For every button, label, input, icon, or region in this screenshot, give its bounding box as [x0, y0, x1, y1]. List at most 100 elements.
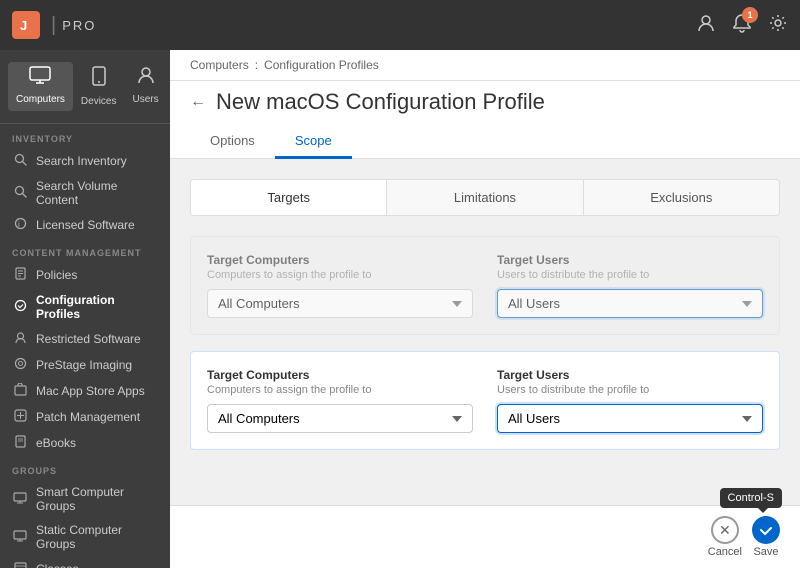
- restricted-software-label: Restricted Software: [36, 332, 141, 346]
- mac-app-store-label: Mac App Store Apps: [36, 384, 145, 398]
- licensed-software-label: Licensed Software: [36, 218, 135, 232]
- user-icon[interactable]: [696, 13, 716, 38]
- smart-groups-icon: [12, 492, 28, 507]
- svg-text:i: i: [18, 220, 20, 229]
- content-area: Computers : Configuration Profiles ← New…: [170, 50, 800, 568]
- back-button[interactable]: ←: [190, 93, 206, 111]
- sidebar-item-static-groups[interactable]: Static Computer Groups: [0, 518, 170, 556]
- targets-active-section: Target Computers Computers to assign the…: [190, 351, 780, 450]
- search-volume-label: Search Volume Content: [36, 179, 158, 207]
- page-title: New macOS Configuration Profile: [216, 89, 545, 115]
- page-header: ← New macOS Configuration Profile Option…: [170, 81, 800, 159]
- restricted-software-icon: [12, 331, 28, 347]
- users-icon: [136, 66, 156, 90]
- dimmed-target-computers-label: Target Computers: [207, 253, 473, 267]
- breadcrumb: Computers : Configuration Profiles: [170, 50, 800, 81]
- mac-app-store-icon: [12, 383, 28, 399]
- sub-tab-limitations[interactable]: Limitations: [387, 180, 583, 215]
- tab-options[interactable]: Options: [190, 125, 275, 159]
- sidebar-item-classes[interactable]: Classes: [0, 556, 170, 568]
- smart-groups-label: Smart Computer Groups: [36, 485, 158, 513]
- sub-tab-exclusions[interactable]: Exclusions: [584, 180, 779, 215]
- dimmed-target-users-sub: Users to distribute the profile to: [497, 269, 763, 281]
- top-nav-icons: 1: [696, 13, 788, 38]
- target-computers-label: Target Computers: [207, 368, 473, 382]
- sidebar-top-users[interactable]: Users: [124, 62, 166, 111]
- groups-section-label: GROUPS: [0, 456, 170, 480]
- sidebar-item-ebooks[interactable]: eBooks: [0, 430, 170, 456]
- sidebar-item-config-profiles[interactable]: Configuration Profiles: [0, 288, 170, 326]
- users-label: Users: [132, 94, 158, 105]
- targets-dimmed-section: Target Computers Computers to assign the…: [190, 236, 780, 335]
- target-users-group: Target Users Users to distribute the pro…: [497, 368, 763, 433]
- prestage-imaging-label: PreStage Imaging: [36, 358, 132, 372]
- sidebar-item-prestage-imaging[interactable]: PreStage Imaging: [0, 352, 170, 378]
- ebooks-label: eBooks: [36, 436, 76, 450]
- computers-label: Computers: [16, 94, 65, 105]
- jamf-logo: J | PRO: [12, 11, 96, 39]
- sub-tabs: Targets Limitations Exclusions: [190, 179, 780, 216]
- search-inventory-label: Search Inventory: [36, 154, 127, 168]
- sidebar-item-search-inventory[interactable]: Search Inventory: [0, 148, 170, 174]
- main-layout: Computers Devices Users: [0, 50, 800, 568]
- licensed-software-icon: i: [12, 217, 28, 233]
- top-navigation: J | PRO 1: [0, 0, 800, 50]
- cancel-label: Cancel: [708, 546, 742, 558]
- dimmed-target-users-select: All Users: [497, 289, 763, 318]
- sidebar-top-devices[interactable]: Devices: [73, 62, 125, 111]
- target-users-select[interactable]: All Users Specific Users: [497, 404, 763, 433]
- target-computers-sub: Computers to assign the profile to: [207, 384, 473, 396]
- sidebar-top-computers[interactable]: Computers: [8, 62, 73, 111]
- search-volume-icon: [12, 185, 28, 201]
- sidebar-item-smart-groups[interactable]: Smart Computer Groups: [0, 480, 170, 518]
- save-button[interactable]: Save: [752, 516, 780, 558]
- svg-text:J: J: [20, 18, 28, 33]
- breadcrumb-separator: :: [255, 58, 258, 72]
- save-tooltip: Control-S: [720, 488, 782, 508]
- ebooks-icon: [12, 435, 28, 451]
- sidebar-item-restricted-software[interactable]: Restricted Software: [0, 326, 170, 352]
- search-inventory-icon: [12, 153, 28, 169]
- patch-management-icon: [12, 409, 28, 425]
- jamf-pro-label: PRO: [62, 18, 96, 33]
- breadcrumb-current: Configuration Profiles: [264, 58, 379, 72]
- devices-label: Devices: [81, 96, 117, 107]
- tab-scope[interactable]: Scope: [275, 125, 352, 159]
- settings-icon[interactable]: [768, 13, 788, 38]
- sidebar-item-patch-management[interactable]: Patch Management: [0, 404, 170, 430]
- sidebar-item-search-volume[interactable]: Search Volume Content: [0, 174, 170, 212]
- notification-badge: 1: [742, 7, 758, 23]
- sidebar-item-mac-app-store[interactable]: Mac App Store Apps: [0, 378, 170, 404]
- inventory-section-label: INVENTORY: [0, 124, 170, 148]
- page-tabs: Options Scope: [190, 125, 780, 158]
- bottom-bar: Control-S ✕ Cancel Save: [170, 505, 800, 568]
- cancel-icon: ✕: [711, 516, 739, 544]
- notifications-icon[interactable]: 1: [732, 13, 752, 38]
- patch-management-label: Patch Management: [36, 410, 140, 424]
- target-users-sub: Users to distribute the profile to: [497, 384, 763, 396]
- dimmed-target-computers-sub: Computers to assign the profile to: [207, 269, 473, 281]
- sub-tab-targets[interactable]: Targets: [191, 180, 387, 215]
- classes-label: Classes: [36, 562, 79, 568]
- prestage-imaging-icon: [12, 357, 28, 373]
- config-profiles-icon: [12, 299, 28, 315]
- jamf-logo-divider: |: [51, 14, 57, 37]
- dimmed-target-computers-select: All Computers: [207, 289, 473, 318]
- sidebar-top-nav: Computers Devices Users: [0, 50, 170, 124]
- computers-icon: [29, 66, 51, 90]
- sidebar: Computers Devices Users: [0, 50, 170, 568]
- jamf-logo-icon: J: [12, 11, 40, 39]
- cancel-button[interactable]: ✕ Cancel: [708, 516, 742, 558]
- sidebar-item-policies[interactable]: Policies: [0, 262, 170, 288]
- target-users-label: Target Users: [497, 368, 763, 382]
- target-computers-select[interactable]: All Computers Specific Computers: [207, 404, 473, 433]
- static-groups-label: Static Computer Groups: [36, 523, 158, 551]
- static-groups-icon: [12, 530, 28, 545]
- policies-icon: [12, 267, 28, 283]
- config-profiles-label: Configuration Profiles: [36, 293, 158, 321]
- dimmed-target-users: Target Users Users to distribute the pro…: [497, 253, 763, 318]
- breadcrumb-computers: Computers: [190, 58, 249, 72]
- sidebar-item-licensed-software[interactable]: i Licensed Software: [0, 212, 170, 238]
- content-section-label: CONTENT MANAGEMENT: [0, 238, 170, 262]
- dimmed-target-users-label: Target Users: [497, 253, 763, 267]
